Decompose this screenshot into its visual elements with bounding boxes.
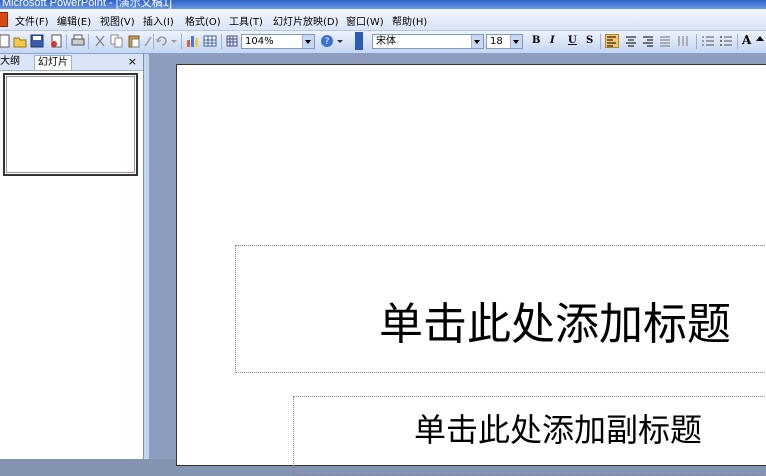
title-placeholder-text: 单击此处添加标题 [379, 299, 731, 350]
show-grid-icon[interactable] [225, 34, 239, 48]
window-title: Microsoft PowerPoint - [演示文稿1] [2, 0, 172, 9]
separator [88, 34, 89, 49]
zoom-value: 104% [245, 36, 274, 47]
separator [600, 34, 601, 49]
font-size-value: 18 [490, 36, 503, 47]
open-icon[interactable] [13, 34, 27, 48]
title-placeholder[interactable]: 单击此处添加标题 [235, 245, 766, 373]
align-center-icon[interactable] [624, 34, 638, 48]
permission-icon[interactable] [49, 34, 63, 48]
separator [696, 34, 697, 49]
bullets-icon[interactable] [719, 34, 733, 48]
insert-table-icon[interactable] [203, 34, 217, 48]
numbering-icon[interactable] [701, 34, 715, 48]
pane-tabs: 大纲 幻灯片 × [0, 54, 143, 71]
menu-help[interactable]: 帮助(H) [392, 13, 427, 28]
menu-slideshow[interactable]: 幻灯片放映(D) [273, 13, 339, 28]
toolbar: 104% ? 宋体 18 B I U S A [0, 31, 766, 54]
menu-file[interactable]: 文件(F) [15, 13, 49, 28]
save-icon[interactable] [30, 34, 44, 48]
insert-chart-icon[interactable] [186, 34, 200, 48]
menu-format[interactable]: 格式(O) [185, 13, 221, 28]
bold-button[interactable]: B [532, 35, 540, 46]
zoom-dropdown-arrow[interactable] [302, 35, 314, 48]
slide-thumbnail[interactable] [3, 73, 138, 176]
grow-font-button[interactable]: A [742, 33, 751, 47]
underline-button[interactable]: U [568, 35, 577, 46]
subtitle-placeholder[interactable]: 单击此处添加副标题 [293, 396, 766, 476]
toolbar-options-icon[interactable] [336, 34, 350, 48]
separator [66, 34, 67, 49]
subtitle-placeholder-text: 单击此处添加副标题 [414, 411, 703, 449]
align-left-icon[interactable] [605, 34, 619, 48]
undo-icon[interactable] [155, 34, 169, 48]
zoom-combo[interactable]: 104% [241, 34, 315, 49]
distribute-icon[interactable] [676, 34, 690, 48]
help-icon[interactable]: ? [320, 34, 334, 48]
tab-outline[interactable]: 大纲 [0, 55, 23, 69]
menu-view[interactable]: 视图(V) [100, 13, 135, 28]
separator [181, 34, 182, 49]
menu-edit[interactable]: 编辑(E) [57, 13, 91, 28]
shadow-button[interactable]: S [586, 35, 593, 46]
grow-font-arrow-icon[interactable] [755, 34, 765, 48]
paste-icon[interactable] [127, 34, 141, 48]
slides-pane: 大纲 幻灯片 × [0, 54, 144, 459]
close-pane-icon[interactable]: × [128, 54, 137, 69]
menu-insert[interactable]: 插入(I) [143, 13, 174, 28]
toolbar-chevron-icon[interactable] [355, 32, 363, 50]
svg-text:?: ? [325, 37, 330, 47]
cut-icon[interactable] [93, 34, 107, 48]
font-combo[interactable]: 宋体 [372, 34, 484, 49]
align-right-icon[interactable] [641, 34, 655, 48]
menu-window[interactable]: 窗口(W) [346, 13, 384, 28]
slide-canvas[interactable]: 单击此处添加标题 单击此处添加副标题 [176, 64, 766, 476]
title-bar: Microsoft PowerPoint - [演示文稿1] [0, 0, 766, 9]
italic-button[interactable]: I [550, 35, 555, 46]
justify-icon[interactable] [658, 34, 672, 48]
separator [737, 34, 738, 49]
font-dropdown-arrow[interactable] [471, 35, 483, 48]
font-size-dropdown-arrow[interactable] [510, 35, 522, 48]
menu-bar: 文件(F) 编辑(E) 视图(V) 插入(I) 格式(O) 工具(T) 幻灯片放… [0, 9, 766, 31]
separator [221, 34, 222, 49]
powerpoint-app-icon[interactable] [0, 12, 8, 27]
slide-editing-area: 单击此处添加标题 单击此处添加副标题 [149, 54, 766, 476]
font-size-combo[interactable]: 18 [486, 34, 523, 49]
separator [153, 34, 154, 49]
tab-slides[interactable]: 幻灯片 [34, 55, 72, 70]
print-icon[interactable] [71, 34, 85, 48]
new-icon[interactable] [0, 34, 11, 48]
copy-icon[interactable] [110, 34, 124, 48]
font-name: 宋体 [376, 36, 396, 47]
menu-tools[interactable]: 工具(T) [229, 13, 263, 28]
